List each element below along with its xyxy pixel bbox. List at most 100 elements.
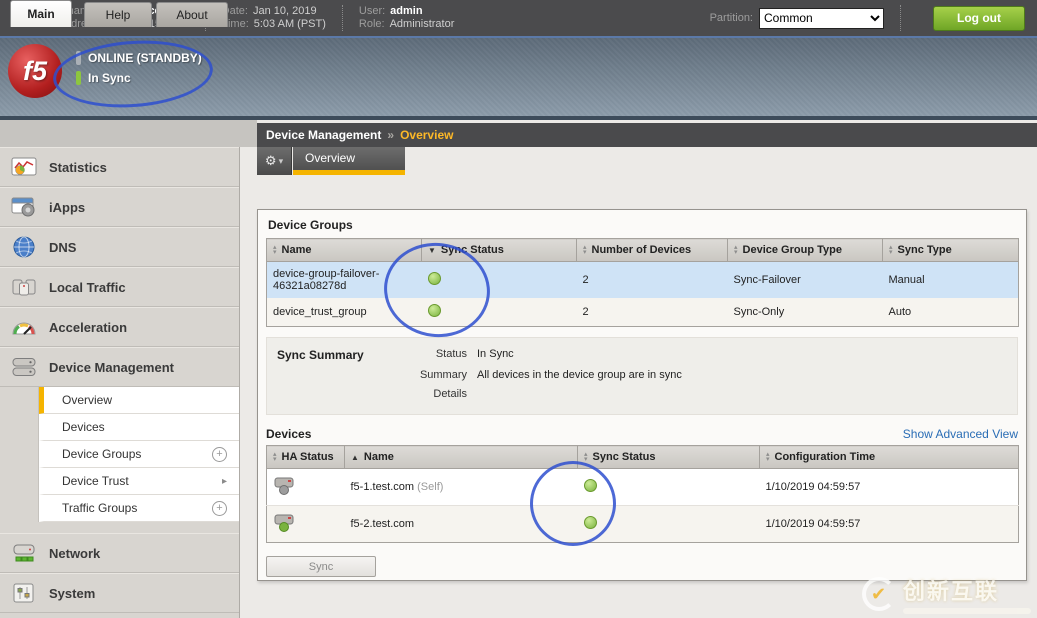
role-value: Administrator xyxy=(390,18,455,31)
user-label: User: xyxy=(359,5,385,18)
sidebar: Statistics iApps DNS Local Traffic Accel… xyxy=(0,147,240,618)
device-status-block: ONLINE (STANDBY) In Sync xyxy=(76,51,202,91)
sidebar-item-device-groups[interactable]: Device Groups + xyxy=(39,441,239,468)
column-header-name[interactable]: ▴▾Name xyxy=(267,239,422,262)
sidebar-item-acceleration[interactable]: Acceleration xyxy=(0,307,239,347)
sidebar-item-network[interactable]: Network xyxy=(0,533,239,573)
column-header-sync-type[interactable]: ▴▾Sync Type xyxy=(883,239,1019,262)
local-traffic-icon xyxy=(10,277,37,297)
partition-select[interactable]: Common xyxy=(759,8,884,29)
device-groups-title: Device Groups xyxy=(266,214,1018,238)
table-row[interactable]: f5-2.test.com 1/10/2019 04:59:57 xyxy=(267,506,1019,543)
sidebar-item-device-management[interactable]: Device Management xyxy=(0,347,239,387)
table-row[interactable]: device_trust_group 2 Sync-Only Auto xyxy=(267,298,1019,327)
sort-asc-icon: ▲ xyxy=(351,453,359,462)
date-value: Jan 10, 2019 xyxy=(253,5,317,18)
column-header-sync-status[interactable]: ▼Sync Status xyxy=(422,239,577,262)
sidebar-item-label: Network xyxy=(49,546,100,561)
iapps-icon xyxy=(10,197,37,217)
column-header-device-group-type[interactable]: ▴▾Device Group Type xyxy=(728,239,883,262)
logout-button[interactable]: Log out xyxy=(933,6,1025,31)
column-header-device-name[interactable]: ▲Name xyxy=(345,446,578,469)
sync-summary-title: Sync Summary xyxy=(277,348,402,362)
sidebar-item-iapps[interactable]: iApps xyxy=(0,187,239,227)
sync-type: Manual xyxy=(883,262,1019,299)
column-header-configuration-time[interactable]: ▴▾Configuration Time xyxy=(760,446,1019,469)
plus-icon[interactable]: + xyxy=(212,501,227,516)
topbar-divider xyxy=(342,5,343,31)
in-sync-indicator-icon xyxy=(76,71,81,85)
sidebar-item-device-trust[interactable]: Device Trust ▸ xyxy=(39,468,239,495)
sync-summary: Sync Summary Status In Sync Summary All … xyxy=(266,337,1018,415)
tab-help[interactable]: Help xyxy=(84,2,152,27)
sidebar-item-label: Acceleration xyxy=(49,320,127,335)
user-value: admin xyxy=(390,5,422,18)
status-value: In Sync xyxy=(477,348,1007,362)
ha-status-active-icon xyxy=(273,524,297,536)
breadcrumb-separator: » xyxy=(387,128,394,142)
sort-desc-icon: ▼ xyxy=(428,246,436,255)
sync-status-green-icon xyxy=(584,479,597,492)
sidebar-item-statistics[interactable]: Statistics xyxy=(0,147,239,187)
sort-icon: ▴▾ xyxy=(889,245,893,255)
sidebar-item-devices[interactable]: Devices xyxy=(39,414,239,441)
details-label: Details xyxy=(402,388,477,400)
acceleration-icon xyxy=(10,318,37,336)
sidebar-item-local-traffic[interactable]: Local Traffic xyxy=(0,267,239,307)
summary-label: Summary xyxy=(402,369,477,381)
page-options-button[interactable]: ⚙ ▾ xyxy=(257,147,292,175)
summary-value: All devices in the device group are in s… xyxy=(477,369,1007,381)
column-header-device-sync-status[interactable]: ▴▾Sync Status xyxy=(578,446,760,469)
column-header-number-of-devices[interactable]: ▴▾Number of Devices xyxy=(577,239,728,262)
show-advanced-view-link[interactable]: Show Advanced View xyxy=(903,427,1018,441)
sidebar-item-label: Local Traffic xyxy=(49,280,126,295)
sidebar-item-system[interactable]: System xyxy=(0,573,239,613)
ha-status-standby-icon xyxy=(273,487,297,499)
device-group-type: Sync-Only xyxy=(728,298,883,327)
sort-icon: ▴▾ xyxy=(583,245,587,255)
watermark: ✔ 创新互联 xyxy=(862,574,1031,614)
sync-status-green-icon xyxy=(584,516,597,529)
plus-icon[interactable]: + xyxy=(212,447,227,462)
column-header-ha-status[interactable]: ▴▾HA Status xyxy=(267,446,345,469)
device-management-icon xyxy=(10,357,37,377)
tab-about[interactable]: About xyxy=(156,2,228,27)
user-info: User:admin Role:Administrator xyxy=(359,5,454,31)
submenu-item-label: Device Trust xyxy=(62,474,129,488)
partition-label: Partition: xyxy=(710,12,753,24)
system-icon xyxy=(10,583,37,603)
device-name: f5-1.test.com xyxy=(351,481,415,493)
watermark-text: 创新互联 xyxy=(903,574,999,606)
tab-overview[interactable]: Overview xyxy=(293,147,405,175)
sidebar-item-overview[interactable]: Overview xyxy=(39,387,239,414)
sidebar-item-dns[interactable]: DNS xyxy=(0,227,239,267)
sync-button[interactable]: Sync xyxy=(266,556,376,577)
statistics-icon xyxy=(10,157,37,177)
submenu-arrow-icon: ▸ xyxy=(222,476,227,487)
device-count: 2 xyxy=(577,298,728,327)
device-count: 2 xyxy=(577,262,728,299)
configuration-time: 1/10/2019 04:59:57 xyxy=(760,469,1019,506)
device-management-submenu: Overview Devices Device Groups + Device … xyxy=(38,387,239,522)
table-row[interactable]: device-group-failover-46321a08278d 2 Syn… xyxy=(267,262,1019,299)
online-standby-status: ONLINE (STANDBY) xyxy=(88,51,202,65)
datetime-info: Date:Jan 10, 2019 Time:5:03 AM (PST) xyxy=(222,5,326,31)
sidebar-item-label: Statistics xyxy=(49,160,107,175)
sidebar-item-label: iApps xyxy=(49,200,85,215)
device-group-name: device_trust_group xyxy=(267,298,422,327)
chevron-down-icon: ▾ xyxy=(279,156,284,167)
devices-title: Devices xyxy=(266,427,311,441)
sidebar-item-traffic-groups[interactable]: Traffic Groups + xyxy=(39,495,239,522)
tab-main[interactable]: Main xyxy=(10,0,72,27)
sidebar-item-label: System xyxy=(49,586,95,601)
details-value xyxy=(477,388,1007,400)
status-label: Status xyxy=(402,348,477,362)
online-standby-indicator-icon xyxy=(76,51,81,65)
f5-logo[interactable]: f5 xyxy=(8,44,62,98)
device-group-type: Sync-Failover xyxy=(728,262,883,299)
table-row[interactable]: f5-1.test.com (Self) 1/10/2019 04:59:57 xyxy=(267,469,1019,506)
partition-control: Partition: Common xyxy=(710,8,884,29)
banner: f5 ONLINE (STANDBY) In Sync xyxy=(0,38,1037,120)
device-groups-table: ▴▾Name ▼Sync Status ▴▾Number of Devices … xyxy=(266,238,1019,327)
device-name: f5-2.test.com xyxy=(351,518,415,530)
